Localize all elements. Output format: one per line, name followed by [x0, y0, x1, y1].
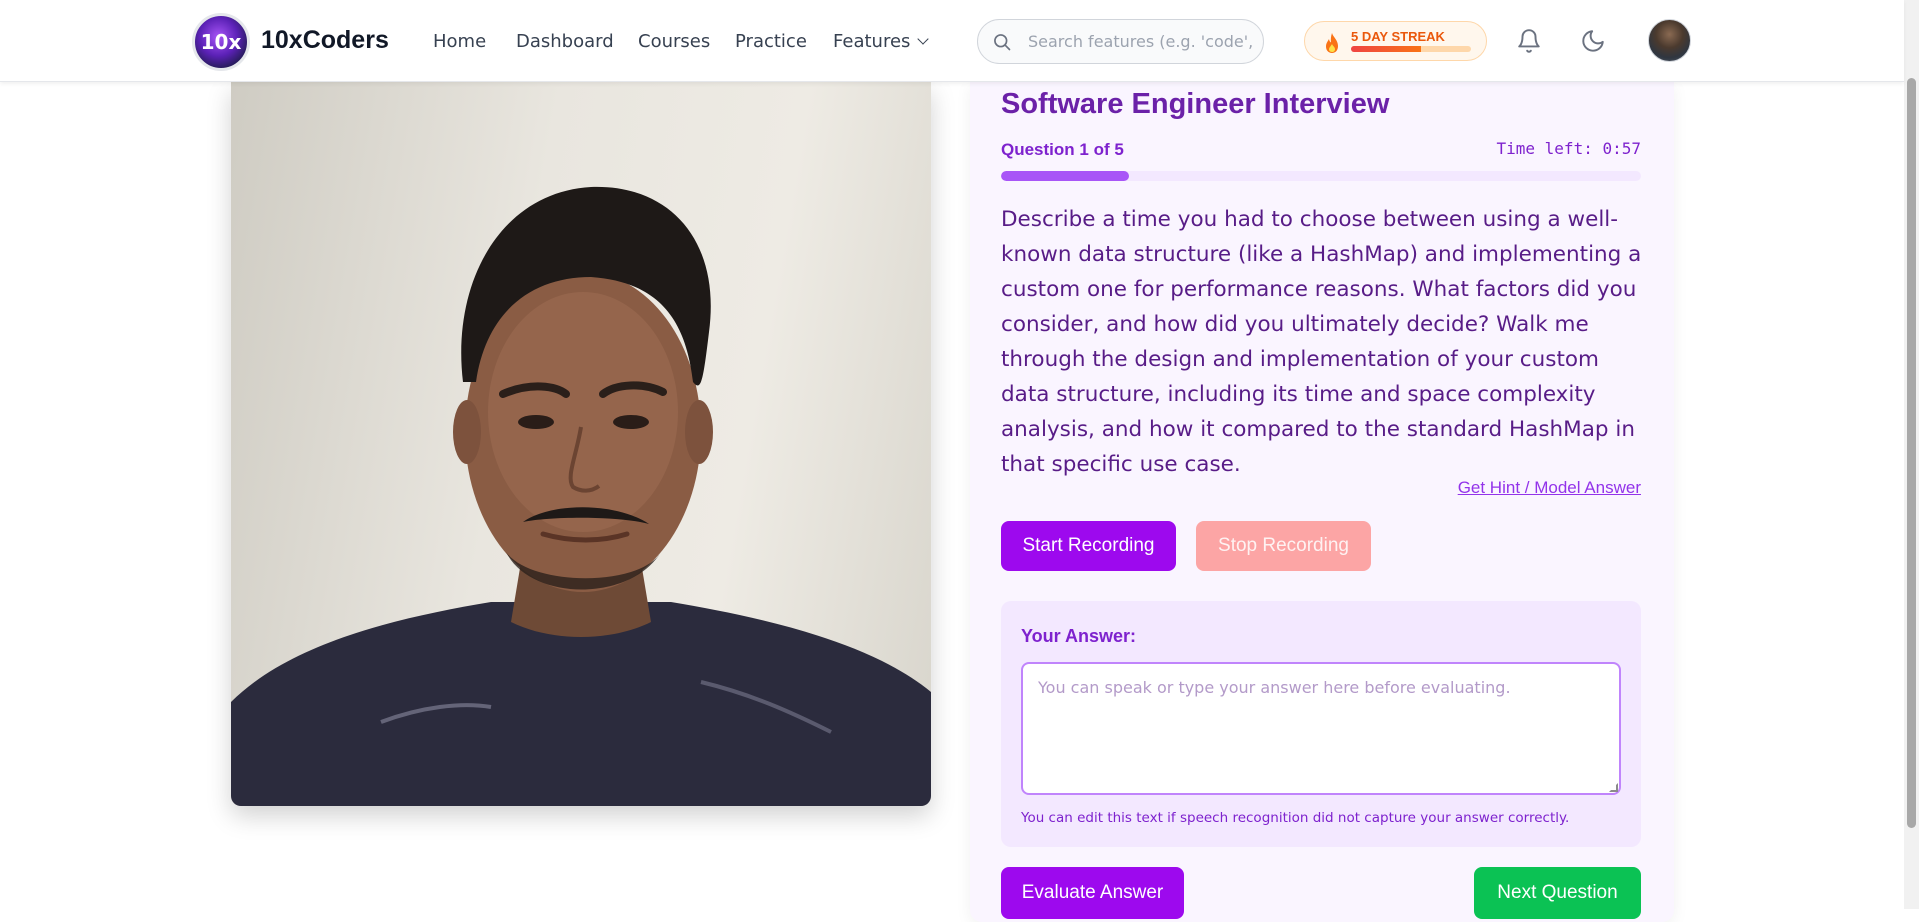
search-input[interactable]: [1028, 20, 1258, 63]
page-scrollbar[interactable]: [1904, 0, 1919, 909]
moon-icon[interactable]: [1580, 28, 1606, 54]
search-icon: [994, 34, 1011, 51]
evaluate-answer-button[interactable]: Evaluate Answer: [1001, 867, 1184, 919]
nav-practice[interactable]: Practice: [735, 31, 807, 52]
streak-label: 5 DAY STREAK: [1351, 29, 1445, 44]
flame-icon: [1326, 33, 1338, 53]
search-bar: [977, 19, 1264, 64]
question-progress-fill: [1001, 171, 1129, 181]
nav-features-label: Features: [833, 31, 911, 52]
nav-features[interactable]: Features: [833, 31, 930, 52]
answer-help-text: You can edit this text if speech recogni…: [1021, 810, 1570, 826]
brand-name[interactable]: 10xCoders: [261, 26, 389, 55]
nav-courses[interactable]: Courses: [638, 31, 710, 52]
brand-logo[interactable]: 10x: [192, 13, 250, 71]
time-left: Time left: 0:57: [1496, 139, 1642, 158]
streak-progress-fill: [1351, 46, 1421, 52]
bell-icon[interactable]: [1516, 28, 1542, 54]
nav-home[interactable]: Home: [433, 31, 486, 52]
start-recording-button[interactable]: Start Recording: [1001, 521, 1176, 571]
interview-title: Software Engineer Interview: [1001, 88, 1390, 120]
question-counter: Question 1 of 5: [1001, 140, 1124, 159]
streak-badge[interactable]: 5 DAY STREAK: [1304, 21, 1487, 61]
webcam-frame-image: [231, 186, 931, 806]
hint-link[interactable]: Get Hint / Model Answer: [1458, 478, 1641, 498]
answer-label: Your Answer:: [1021, 626, 1137, 646]
stop-recording-button[interactable]: Stop Recording: [1196, 521, 1371, 571]
streak-progress: [1351, 46, 1471, 52]
user-avatar[interactable]: [1648, 19, 1691, 62]
next-question-button[interactable]: Next Question: [1474, 867, 1641, 919]
webcam-video-feed: [231, 82, 931, 806]
question-text: Describe a time you had to choose betwee…: [1001, 207, 1642, 477]
question-progress-bar: [1001, 171, 1641, 181]
chevron-down-icon: [917, 33, 930, 45]
top-navbar: 10x 10xCoders Home Dashboard Courses Pra…: [0, 0, 1904, 82]
nav-dashboard[interactable]: Dashboard: [516, 31, 614, 52]
scrollbar-thumb[interactable]: [1907, 78, 1916, 828]
answer-textarea[interactable]: [1021, 662, 1621, 795]
brand-logo-text: 10x: [200, 30, 242, 54]
